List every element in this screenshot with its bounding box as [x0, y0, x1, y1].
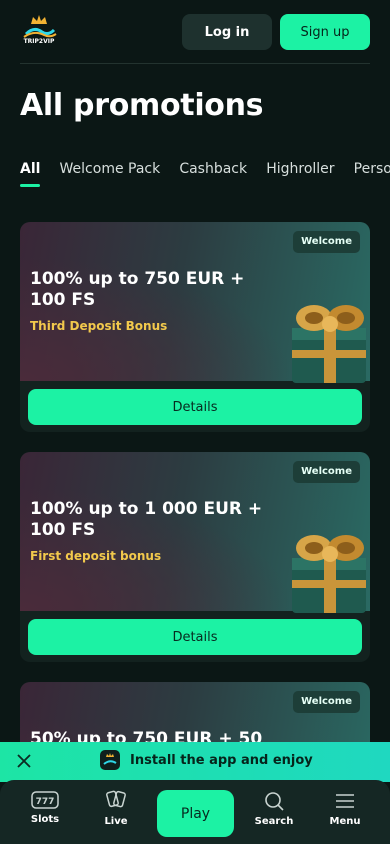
details-button[interactable]: Details: [28, 389, 362, 425]
promo-title: 100% up to 750 EUR + 100 FS: [30, 269, 245, 310]
promo-banner: Welcome 100% up to 750 EUR + 100 FS Thir…: [20, 222, 370, 383]
nav-live-label: Live: [104, 816, 128, 827]
signup-button[interactable]: Sign up: [280, 14, 370, 50]
header-divider: [20, 63, 370, 64]
header: TRIP2VIP Log in Sign up: [0, 0, 390, 64]
nav-live[interactable]: Live: [86, 790, 146, 827]
promo-badge: Welcome: [293, 691, 360, 713]
tab-all[interactable]: All: [20, 161, 41, 187]
nav-menu-label: Menu: [329, 816, 361, 827]
menu-icon: [336, 794, 354, 808]
search-icon: [265, 792, 284, 811]
gift-box-icon: [292, 305, 366, 383]
gift-box-icon: [292, 535, 366, 613]
nav-slots-label: Slots: [30, 814, 60, 825]
svg-text:777: 777: [36, 797, 55, 807]
tab-highroller[interactable]: Highroller: [266, 161, 334, 187]
logo-text: TRIP2VIP: [23, 38, 55, 45]
cards-icon: [106, 790, 126, 808]
promo-title: 100% up to 1 000 EUR + 100 FS: [30, 499, 263, 540]
promo-subtitle: Third Deposit Bonus: [30, 319, 168, 333]
promo-card: Welcome 100% up to 1 000 EUR + 100 FS Fi…: [20, 452, 370, 662]
login-button[interactable]: Log in: [182, 14, 272, 50]
details-button[interactable]: Details: [28, 619, 362, 655]
app-icon: [100, 750, 120, 770]
tab-personal[interactable]: Personal: [354, 161, 390, 187]
tab-cashback[interactable]: Cashback: [179, 161, 247, 187]
promotion-tabs: All Welcome Pack Cashback Highroller Per…: [20, 158, 390, 194]
page-title: All promotions: [20, 88, 264, 123]
tab-welcome-pack[interactable]: Welcome Pack: [60, 161, 161, 187]
bottom-navigation: 777 Slots Live Play Search Menu: [0, 780, 390, 844]
promo-banner: Welcome 100% up to 1 000 EUR + 100 FS Fi…: [20, 452, 370, 613]
install-app-banner[interactable]: Install the app and enjoy: [0, 742, 390, 782]
promo-badge: Welcome: [293, 461, 360, 483]
nav-search-label: Search: [254, 816, 294, 827]
promo-subtitle: First deposit bonus: [30, 549, 162, 563]
nav-search[interactable]: Search: [244, 790, 304, 827]
crown-icon: [23, 15, 57, 38]
promo-card: Welcome 100% up to 750 EUR + 100 FS Thir…: [20, 222, 370, 432]
play-button[interactable]: Play: [157, 790, 234, 837]
install-app-text: Install the app and enjoy: [130, 753, 313, 768]
nav-menu[interactable]: Menu: [315, 790, 375, 827]
nav-slots[interactable]: 777 Slots: [15, 790, 75, 825]
slots-icon: 777: [31, 791, 59, 809]
promo-badge: Welcome: [293, 231, 360, 253]
close-icon[interactable]: [16, 753, 32, 769]
brand-logo[interactable]: TRIP2VIP: [20, 14, 58, 50]
